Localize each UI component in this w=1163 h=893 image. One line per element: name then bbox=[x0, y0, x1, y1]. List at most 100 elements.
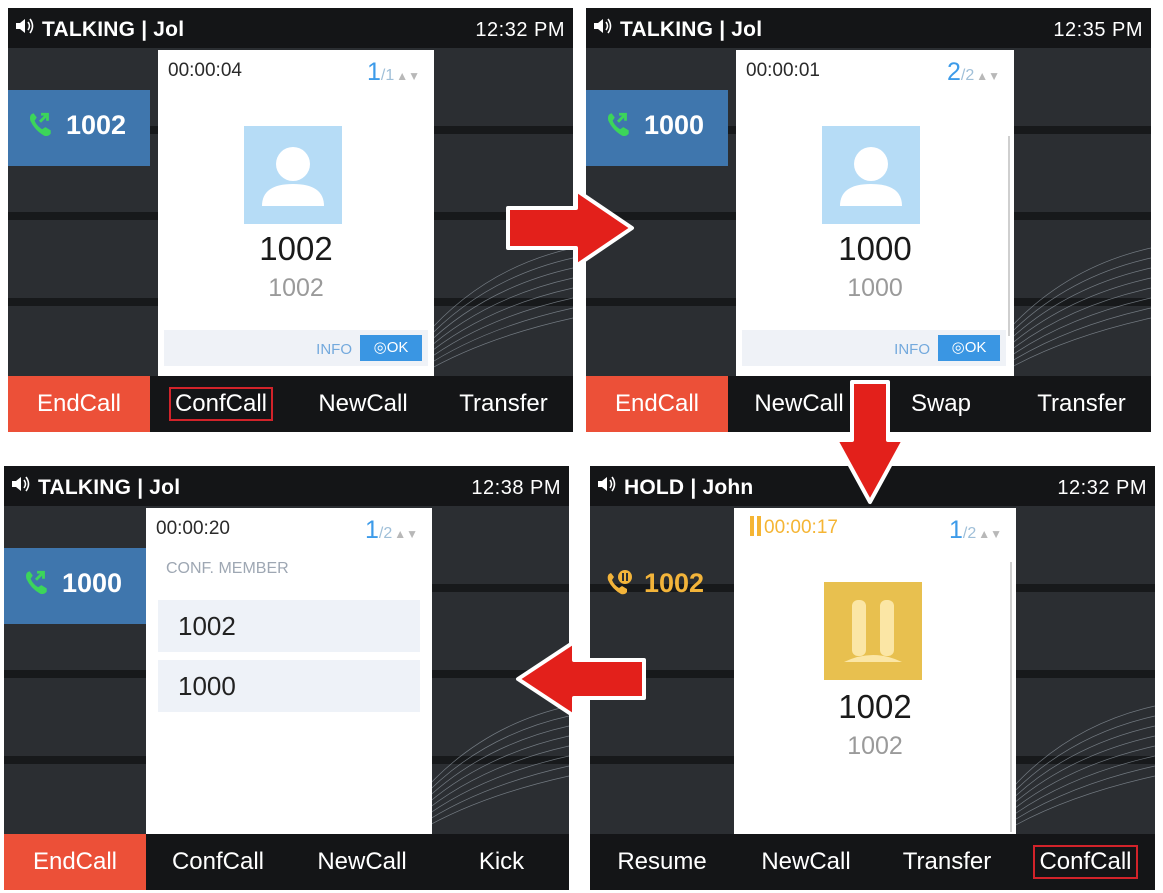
softkey-bar: EndCall ConfCall NewCall Transfer bbox=[8, 376, 573, 432]
phone-active-icon bbox=[24, 569, 49, 596]
call-pager[interactable]: 1/2 ▲▼ bbox=[365, 516, 418, 545]
newcall-button[interactable]: NewCall bbox=[292, 376, 434, 432]
call-card-header: 00:00:20 1/2 ▲▼ bbox=[146, 508, 432, 548]
status-bar: TALKING | Jol 12:32 PM bbox=[8, 8, 573, 48]
arrow-right-icon bbox=[506, 188, 634, 268]
phone-screen-4: HOLD | John 12:32 PM 1002 00:00:17 1/2 ▲▼… bbox=[590, 466, 1155, 890]
info-bar: INFO ◎OK bbox=[164, 330, 428, 366]
softkey-bar: EndCall ConfCall NewCall Kick bbox=[4, 834, 569, 890]
info-label: INFO bbox=[316, 341, 352, 358]
ok-target-icon: ◎ bbox=[373, 339, 387, 356]
status-bar: TALKING | Jol 12:38 PM bbox=[4, 466, 569, 506]
phone-screen-2: TALKING | Jol 12:35 PM 1000 00:00:01 2/2… bbox=[586, 8, 1151, 432]
pager-total: /1 bbox=[380, 67, 395, 84]
phone-screen-3: TALKING | Jol 12:38 PM 1000 00:00:20 1/2… bbox=[4, 466, 569, 890]
call-card-header: 00:00:01 2/2 ▲▼ bbox=[736, 50, 1014, 90]
arrow-left-icon bbox=[516, 640, 646, 718]
call-status: TALKING | Jol bbox=[38, 476, 181, 499]
contact-number: 1002 bbox=[268, 274, 324, 302]
pager-current: 1 bbox=[364, 516, 379, 544]
endcall-button[interactable]: EndCall bbox=[8, 376, 150, 432]
line-key-active[interactable]: 1000 bbox=[586, 90, 728, 166]
ok-target-icon: ◎ bbox=[951, 339, 965, 356]
pager-current: 1 bbox=[366, 58, 381, 86]
softkey-bar: Resume NewCall Transfer ConfCall bbox=[590, 834, 1155, 890]
clock: 12:32 PM bbox=[1057, 477, 1147, 499]
call-card: 00:00:17 1/2 ▲▼ 1002 1002 bbox=[734, 508, 1016, 838]
call-card: 00:00:01 2/2 ▲▼ 1000 1000 INFO ◎OK bbox=[736, 50, 1014, 378]
phone-active-icon bbox=[28, 111, 53, 138]
up-down-icon: ▲▼ bbox=[978, 527, 1002, 541]
up-down-icon: ▲▼ bbox=[976, 69, 1000, 83]
contact-name: 1002 bbox=[259, 230, 333, 267]
info-bar: INFO ◎OK bbox=[742, 330, 1006, 366]
call-status: TALKING | Jol bbox=[42, 18, 185, 41]
ok-button[interactable]: ◎OK bbox=[360, 335, 422, 361]
conf-member-label: CONF. MEMBER bbox=[166, 560, 289, 577]
phone-active-icon bbox=[606, 111, 631, 138]
call-card-header: 00:00:04 1/1 ▲▼ bbox=[158, 50, 434, 90]
arrow-down-icon bbox=[834, 380, 906, 504]
transfer-button[interactable]: Transfer bbox=[434, 376, 573, 432]
call-status: TALKING | Jol bbox=[620, 18, 763, 41]
line-number: 1000 bbox=[644, 110, 705, 140]
line-number: 1000 bbox=[62, 568, 123, 598]
call-timer: 00:00:04 bbox=[168, 60, 242, 81]
hold-timer: 00:00:17 bbox=[750, 516, 838, 539]
conference-member[interactable]: 1000 bbox=[158, 660, 420, 712]
transfer-button[interactable]: Transfer bbox=[1012, 376, 1151, 432]
pager-current: 2 bbox=[946, 58, 961, 86]
endcall-button[interactable]: EndCall bbox=[586, 376, 728, 432]
pager-total: /2 bbox=[962, 525, 977, 542]
clock: 12:38 PM bbox=[471, 477, 561, 499]
info-label: INFO bbox=[894, 341, 930, 358]
wave-graphic bbox=[1001, 247, 1151, 374]
phone-screen-1: TALKING | Jol 12:32 PM 1002 00:00:04 1/1… bbox=[8, 8, 573, 432]
speaker-icon bbox=[597, 476, 616, 492]
status-bar: TALKING | Jol 12:35 PM bbox=[586, 8, 1151, 48]
pager-total: /2 bbox=[960, 67, 975, 84]
call-pager[interactable]: 1/2 ▲▼ bbox=[949, 516, 1002, 545]
contact-number: 1002 bbox=[847, 732, 903, 760]
line-number: 1002 bbox=[644, 568, 705, 598]
call-pager[interactable]: 2/2 ▲▼ bbox=[947, 58, 1000, 87]
transfer-button[interactable]: Transfer bbox=[878, 834, 1016, 890]
conference-member[interactable]: 1002 bbox=[158, 600, 420, 652]
speaker-icon bbox=[15, 18, 34, 34]
call-card: 00:00:04 1/1 ▲▼ 1002 1002 INFO ◎OK bbox=[158, 50, 434, 378]
call-timer: 00:00:01 bbox=[746, 60, 820, 81]
endcall-button[interactable]: EndCall bbox=[4, 834, 146, 890]
person-icon bbox=[822, 126, 920, 224]
confcall-button[interactable]: ConfCall bbox=[146, 834, 290, 890]
line-key-active[interactable]: 1000 bbox=[4, 548, 146, 624]
pager-current: 1 bbox=[948, 516, 963, 544]
confcall-button[interactable]: ConfCall bbox=[150, 376, 292, 432]
line-number: 1002 bbox=[66, 110, 127, 140]
speaker-icon bbox=[11, 476, 30, 492]
speaker-icon bbox=[593, 18, 612, 34]
pause-bar bbox=[757, 516, 761, 536]
call-status: HOLD | John bbox=[624, 476, 754, 499]
call-card-header: 00:00:17 1/2 ▲▼ bbox=[734, 508, 1016, 548]
pause-bar bbox=[750, 516, 754, 536]
resume-button[interactable]: Resume bbox=[590, 834, 734, 890]
phone-hold-icon bbox=[607, 570, 632, 595]
contact-name: 1000 bbox=[838, 230, 912, 267]
wave-graphic bbox=[1005, 705, 1155, 832]
line-key-active[interactable]: 1002 bbox=[8, 90, 150, 166]
pager-total: /2 bbox=[378, 525, 393, 542]
confcall-button[interactable]: ConfCall bbox=[1016, 834, 1155, 890]
conference-card: 00:00:20 1/2 ▲▼ CONF. MEMBER 1002 1000 bbox=[146, 508, 432, 838]
person-icon bbox=[244, 126, 342, 224]
pause-icon bbox=[824, 582, 922, 680]
up-down-icon: ▲▼ bbox=[396, 69, 420, 83]
call-pager[interactable]: 1/1 ▲▼ bbox=[367, 58, 420, 87]
contact-number: 1000 bbox=[847, 274, 903, 302]
newcall-button[interactable]: NewCall bbox=[734, 834, 878, 890]
clock: 12:32 PM bbox=[475, 19, 565, 41]
kick-button[interactable]: Kick bbox=[434, 834, 569, 890]
newcall-button[interactable]: NewCall bbox=[290, 834, 434, 890]
call-timer: 00:00:20 bbox=[156, 518, 230, 539]
ok-button[interactable]: ◎OK bbox=[938, 335, 1000, 361]
line-key-hold[interactable]: 1002 bbox=[590, 548, 732, 624]
